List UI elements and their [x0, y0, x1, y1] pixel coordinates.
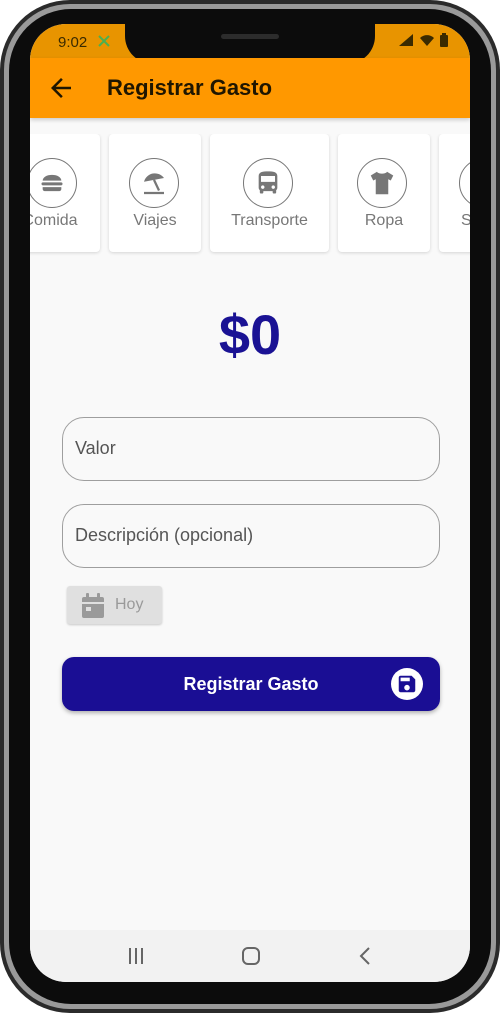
chevron-left-icon — [359, 947, 370, 965]
category-label: Viajes — [133, 212, 177, 229]
app-bar: Registrar Gasto — [30, 58, 470, 118]
bus-icon — [243, 158, 293, 208]
date-button-label: Hoy — [115, 596, 144, 613]
signal-icon — [399, 34, 413, 46]
category-label: S — [461, 212, 470, 229]
speaker-grille — [221, 34, 279, 39]
amount-display: $0 — [218, 303, 282, 366]
burger-icon — [30, 158, 77, 208]
home-icon — [242, 947, 260, 965]
value-input[interactable]: Valor — [62, 417, 440, 481]
back-button[interactable] — [46, 73, 76, 103]
category-label: Ropa — [364, 212, 404, 229]
notification-icon — [96, 33, 112, 53]
category-label: Transporte — [231, 212, 308, 229]
battery-icon — [440, 33, 448, 47]
arrow-back-icon — [51, 78, 71, 98]
wifi-icon — [420, 35, 434, 46]
category-list: Comida Viajes — [30, 134, 470, 256]
back-nav-button[interactable] — [353, 944, 379, 968]
date-button[interactable]: Hoy — [67, 586, 162, 624]
value-input-label: Valor — [75, 438, 116, 458]
status-time: 9:02 — [58, 34, 88, 51]
recent-apps-button[interactable] — [123, 944, 149, 968]
category-icon — [459, 158, 470, 208]
category-label: Comida — [30, 212, 78, 229]
tshirt-icon — [357, 158, 407, 208]
register-expense-label: Registrar Gasto — [183, 674, 319, 694]
page-title: Registrar Gasto — [107, 75, 273, 100]
phone-frame: 9:02 Registrar Gasto omida Viajes Transp… — [0, 0, 500, 1013]
category-card-comida[interactable]: Comida — [30, 134, 100, 252]
category-card-ropa[interactable]: Ropa — [338, 134, 430, 252]
calendar-icon — [81, 593, 105, 624]
recent-apps-icon — [129, 948, 143, 964]
beach-umbrella-icon — [129, 158, 179, 208]
description-input[interactable]: Descripción (opcional) — [62, 504, 440, 568]
status-icons — [398, 33, 448, 47]
save-icon — [391, 668, 423, 700]
description-input-label: Descripción (opcional) — [75, 525, 254, 545]
home-button[interactable] — [238, 944, 264, 968]
category-card-viajes[interactable]: Viajes — [109, 134, 201, 252]
register-expense-button[interactable]: Registrar Gasto — [62, 657, 440, 711]
category-card-partial[interactable]: S — [439, 134, 470, 252]
app-screen: 9:02 Registrar Gasto omida Viajes Transp… — [30, 24, 470, 982]
system-navigation-bar — [30, 930, 470, 982]
category-card-transporte[interactable]: Transporte — [210, 134, 329, 252]
